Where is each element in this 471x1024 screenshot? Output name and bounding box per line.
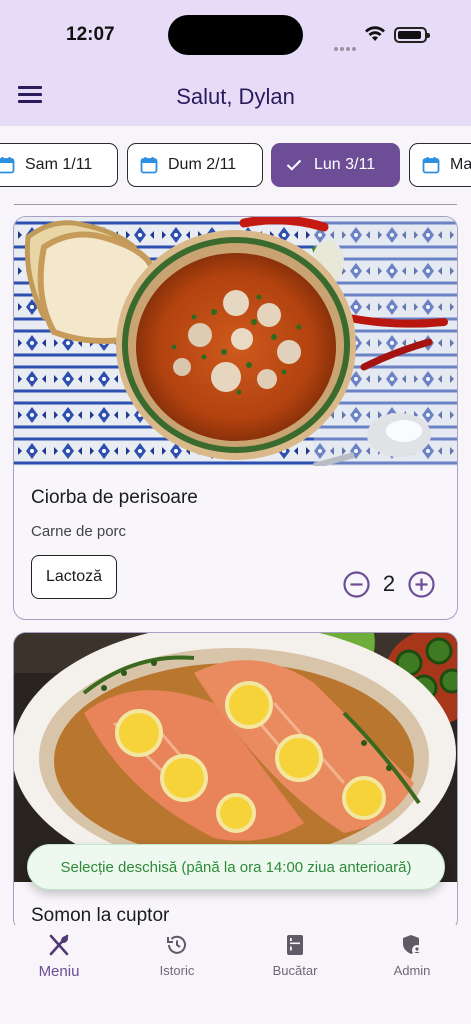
quantity-stepper: 2 bbox=[343, 569, 435, 599]
battery-icon bbox=[394, 27, 430, 43]
allergen-chip: Lactoză bbox=[31, 555, 118, 599]
status-time: 12:07 bbox=[66, 24, 115, 45]
date-chip-sat[interactable]: Sam 1/11 bbox=[0, 143, 118, 187]
date-chip-label: Sam 1/11 bbox=[25, 156, 93, 173]
page-title: Salut, Dylan bbox=[176, 84, 295, 109]
calendar-icon bbox=[0, 157, 15, 174]
admin-shield-icon bbox=[403, 935, 422, 955]
nav-label: Meniu bbox=[38, 963, 80, 980]
nav-label: Istoric bbox=[159, 963, 195, 978]
meal-subtitle: Carne de porc bbox=[31, 523, 127, 540]
minus-icon[interactable] bbox=[343, 570, 370, 598]
nav-item-meniu[interactable]: Meniu bbox=[0, 933, 118, 980]
nav-item-bucatar[interactable]: Bucătar bbox=[236, 933, 354, 978]
date-chip-mon[interactable]: Lun 3/11 bbox=[271, 143, 400, 187]
cellular-signal-icon bbox=[334, 38, 358, 51]
top-app-bar: 12:07 Salut, Dylan bbox=[0, 0, 471, 126]
date-chip-label: Lun 3/11 bbox=[314, 156, 376, 173]
history-icon bbox=[167, 935, 186, 954]
bottom-navigation: Meniu Istoric Bucătar Admin bbox=[0, 925, 471, 1024]
calendar-icon bbox=[422, 157, 440, 174]
selection-open-toast: Selecție deschisă (până la ora 14:00 ziu… bbox=[27, 844, 445, 890]
divider bbox=[14, 204, 457, 205]
date-chip-label: Dum 2/11 bbox=[168, 156, 237, 173]
wifi-icon bbox=[365, 26, 385, 41]
date-selector: Sam 1/11 Dum 2/11 Lun 3/11 Ma bbox=[0, 143, 471, 188]
date-chip-sun[interactable]: Dum 2/11 bbox=[127, 143, 263, 187]
nav-label: Admin bbox=[393, 963, 431, 978]
plus-icon[interactable] bbox=[408, 570, 435, 598]
calendar-icon bbox=[140, 157, 158, 174]
utensils-icon bbox=[49, 934, 69, 956]
meal-title: Ciorba de perisoare bbox=[31, 487, 198, 508]
meal-title: Somon la cuptor bbox=[31, 905, 170, 926]
dynamic-island bbox=[168, 15, 303, 55]
meal-photo-soup bbox=[14, 217, 457, 466]
date-chip-tue[interactable]: Ma bbox=[409, 143, 471, 187]
quantity-value: 2 bbox=[382, 571, 396, 596]
nav-label: Bucătar bbox=[272, 963, 318, 978]
check-icon bbox=[286, 159, 302, 171]
nav-item-admin[interactable]: Admin bbox=[353, 933, 471, 978]
nav-item-istoric[interactable]: Istoric bbox=[118, 933, 236, 978]
kitchen-icon bbox=[287, 935, 303, 955]
meal-card[interactable]: Ciorba de perisoare Carne de porc Lactoz… bbox=[13, 216, 458, 620]
date-chip-label: Ma bbox=[450, 156, 471, 173]
